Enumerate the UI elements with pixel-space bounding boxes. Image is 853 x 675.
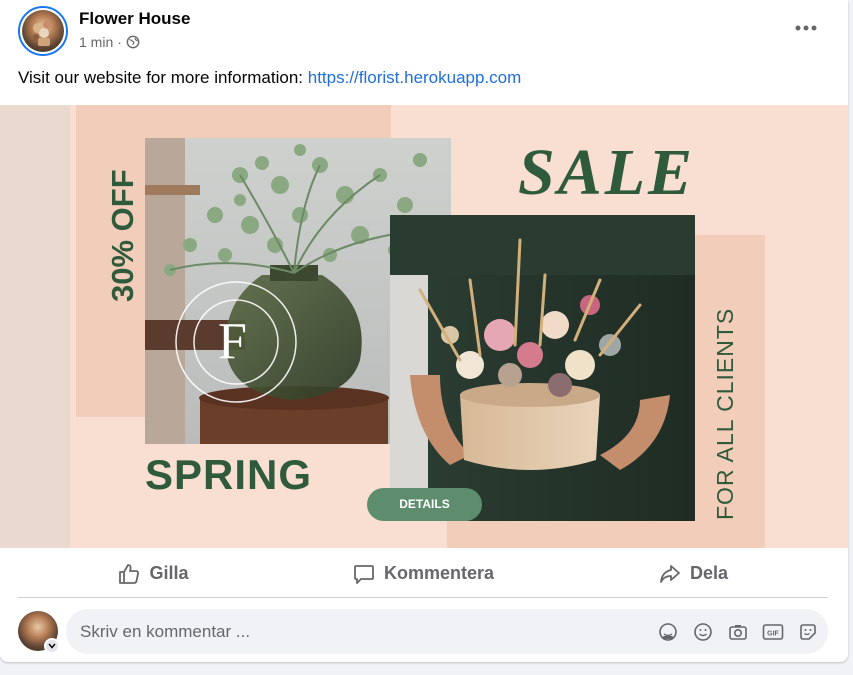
- share-label: Dela: [689, 563, 729, 583]
- post-actions: Gilla Kommentera Dela: [18, 550, 828, 598]
- like-button[interactable]: Gilla: [18, 554, 288, 594]
- more-options-button[interactable]: [788, 14, 824, 42]
- post-text: Visit our website for more information: …: [18, 68, 521, 88]
- discount-badge: 30% OFF: [105, 169, 140, 302]
- chevron-down-icon[interactable]: [44, 638, 60, 654]
- website-link[interactable]: https://florist.herokuapp.com: [308, 68, 522, 87]
- post-card: Flower House 1 min · Visit our website f…: [0, 0, 848, 662]
- details-button[interactable]: DETAILS: [367, 488, 482, 521]
- for-all-clients-text: FOR ALL CLIENTS: [712, 307, 738, 520]
- avatar-sticker-icon[interactable]: [656, 620, 680, 644]
- page-name[interactable]: Flower House: [79, 9, 190, 29]
- avatar-image: [22, 10, 64, 52]
- comment-icon: [354, 564, 374, 584]
- like-label: Gilla: [149, 563, 189, 583]
- sale-headline: SALE: [518, 136, 696, 209]
- meta-separator: ·: [117, 34, 122, 50]
- post-image[interactable]: 30% OFF SALE SPRING FOR ALL CLIENTS DETA…: [0, 105, 848, 548]
- post-meta: 1 min ·: [79, 34, 140, 50]
- share-icon: [660, 564, 680, 583]
- comment-icons: GIF: [656, 609, 820, 654]
- camera-icon[interactable]: [726, 620, 750, 644]
- more-horizontal-icon: [795, 25, 817, 31]
- sticker-icon[interactable]: [796, 620, 820, 644]
- emoji-icon[interactable]: [691, 620, 715, 644]
- share-button[interactable]: Dela: [558, 554, 828, 594]
- spring-subheadline: SPRING: [145, 451, 313, 498]
- post-time[interactable]: 1 min: [79, 34, 113, 50]
- thumbs-up-icon: [119, 563, 140, 584]
- page-avatar[interactable]: [18, 6, 68, 56]
- svg-text:GIF: GIF: [767, 630, 779, 637]
- comment-input[interactable]: [80, 609, 640, 654]
- post-body: Visit our website for more information:: [18, 68, 308, 87]
- comment-button[interactable]: Kommentera: [288, 554, 558, 594]
- globe-icon[interactable]: [126, 35, 140, 49]
- comment-label: Kommentera: [383, 563, 495, 583]
- gif-icon[interactable]: GIF: [761, 620, 785, 644]
- logo-letter: F: [218, 313, 247, 370]
- comment-box: GIF: [66, 609, 828, 654]
